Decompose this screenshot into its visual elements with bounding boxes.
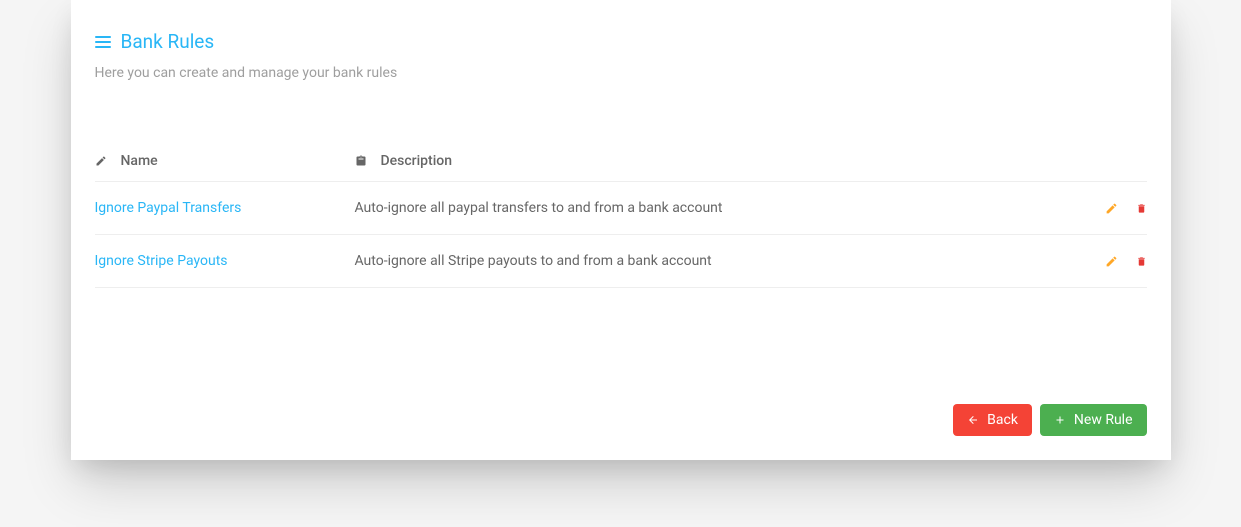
rules-table: Name Description Ignore Paypal Transfers… xyxy=(95,141,1147,288)
rule-description: Auto-ignore all paypal transfers to and … xyxy=(355,200,723,216)
page-header: Bank Rules xyxy=(95,30,1147,53)
arrow-left-icon xyxy=(967,414,979,426)
table-header-row: Name Description xyxy=(95,141,1147,182)
new-rule-button[interactable]: New Rule xyxy=(1040,404,1147,436)
delete-icon[interactable] xyxy=(1136,255,1147,268)
edit-icon[interactable] xyxy=(1105,255,1118,268)
rule-description: Auto-ignore all Stripe payouts to and fr… xyxy=(355,253,712,269)
back-button-label: Back xyxy=(987,412,1018,428)
column-header-description: Description xyxy=(355,153,1077,169)
pencil-icon xyxy=(95,155,107,167)
page-title: Bank Rules xyxy=(121,30,215,53)
table-row: Ignore Stripe Payouts Auto-ignore all St… xyxy=(95,235,1147,288)
rule-name-link[interactable]: Ignore Paypal Transfers xyxy=(95,200,242,216)
page-subtitle: Here you can create and manage your bank… xyxy=(95,65,1147,81)
column-header-name: Name xyxy=(95,153,355,169)
menu-icon xyxy=(95,36,111,48)
back-button[interactable]: Back xyxy=(953,404,1032,436)
delete-icon[interactable] xyxy=(1136,202,1147,215)
plus-icon xyxy=(1054,414,1066,426)
new-rule-button-label: New Rule xyxy=(1074,412,1133,428)
table-row: Ignore Paypal Transfers Auto-ignore all … xyxy=(95,182,1147,235)
rule-name-link[interactable]: Ignore Stripe Payouts xyxy=(95,253,228,269)
bank-rules-card: Bank Rules Here you can create and manag… xyxy=(71,0,1171,460)
column-description-label: Description xyxy=(381,153,453,169)
clipboard-icon xyxy=(355,155,367,167)
footer-actions: Back New Rule xyxy=(95,324,1147,436)
column-name-label: Name xyxy=(121,153,158,169)
edit-icon[interactable] xyxy=(1105,202,1118,215)
